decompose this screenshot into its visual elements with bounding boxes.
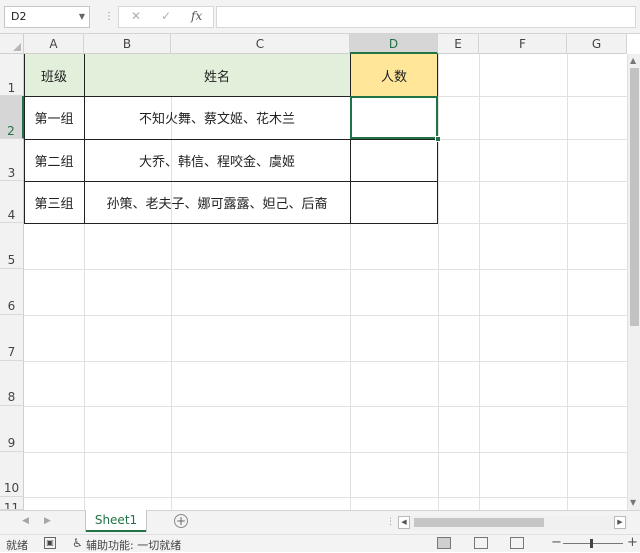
gridline: [438, 54, 439, 510]
horizontal-scrollbar[interactable]: ◀ ▶: [398, 516, 628, 530]
table-cell-class[interactable]: 第一组: [24, 96, 84, 139]
vertical-scroll-thumb[interactable]: [630, 68, 639, 326]
row-header-9[interactable]: 9: [0, 406, 24, 452]
gridline: [479, 54, 480, 510]
gridline: [438, 223, 627, 224]
column-header-a[interactable]: A: [24, 34, 84, 54]
table-header-class[interactable]: 班级: [24, 54, 84, 96]
zoom-in-icon[interactable]: +: [627, 535, 638, 550]
table-border: [24, 181, 438, 182]
formula-input[interactable]: [216, 6, 636, 28]
scroll-down-icon[interactable]: ▼: [630, 498, 636, 507]
table-cell-class[interactable]: 第三组: [24, 181, 84, 223]
scroll-up-icon[interactable]: ▲: [630, 56, 636, 65]
enter-icon[interactable]: ✓: [161, 9, 171, 23]
name-box-value: D2: [11, 10, 27, 23]
row-header-6[interactable]: 6: [0, 269, 24, 315]
accessibility-status[interactable]: 辅助功能: 一切就绪: [86, 537, 181, 553]
row-header-8[interactable]: 8: [0, 361, 24, 406]
row-header-11[interactable]: 11: [0, 497, 24, 510]
status-ready: 就绪: [6, 539, 28, 552]
table-border: [24, 223, 438, 224]
gridline: [438, 96, 627, 97]
macro-record-icon[interactable]: ▣: [44, 537, 56, 549]
column-header-c[interactable]: C: [171, 34, 350, 54]
scroll-right-icon[interactable]: ▶: [614, 516, 626, 529]
row-header-1[interactable]: 1: [0, 54, 24, 96]
fill-handle[interactable]: [435, 136, 441, 142]
formula-buttons: ✕ ✓ fx: [118, 6, 214, 28]
cancel-icon[interactable]: ✕: [131, 9, 141, 23]
horizontal-scroll-thumb[interactable]: [414, 518, 544, 527]
tab-next-icon[interactable]: ▶: [44, 516, 51, 526]
column-header-f[interactable]: F: [479, 34, 567, 54]
tab-split-grip-icon[interactable]: ⋮: [386, 517, 395, 527]
table-border: [24, 139, 438, 140]
tab-prev-icon[interactable]: ◀: [22, 516, 29, 526]
row-header-10[interactable]: 10: [0, 452, 24, 497]
select-all-corner[interactable]: [0, 34, 24, 54]
row-header-4[interactable]: 4: [0, 181, 24, 223]
gridline: [24, 497, 627, 498]
row-header-7[interactable]: 7: [0, 315, 24, 361]
accessibility-icon[interactable]: ♿: [72, 536, 83, 550]
row-header-5[interactable]: 5: [0, 223, 24, 269]
zoom-slider-thumb[interactable]: [590, 539, 593, 548]
scroll-left-icon[interactable]: ◀: [398, 516, 410, 529]
column-header-b[interactable]: B: [84, 34, 171, 54]
table-cell-count[interactable]: [350, 181, 438, 223]
name-box[interactable]: D2 ▼: [4, 6, 90, 28]
add-sheet-icon[interactable]: +: [174, 514, 188, 528]
table-cell-names[interactable]: 大乔、韩信、程咬金、虞姬: [84, 139, 350, 181]
column-header-d[interactable]: D: [350, 34, 438, 54]
normal-view-icon[interactable]: [437, 537, 451, 549]
gridline: [24, 269, 627, 270]
tab-sheet1[interactable]: Sheet1: [86, 510, 146, 532]
table-cell-names[interactable]: 不知火舞、蔡文姬、花木兰: [84, 96, 350, 139]
chevron-down-icon[interactable]: ▼: [79, 7, 85, 27]
page-break-view-icon[interactable]: [510, 537, 524, 549]
row-header-3[interactable]: 3: [0, 139, 24, 181]
vertical-scrollbar[interactable]: ▲ ▼: [627, 54, 640, 510]
table-header-names[interactable]: 姓名: [84, 54, 350, 96]
table-cell-class[interactable]: 第二组: [24, 139, 84, 181]
formula-bar-grip-icon: ⋮: [104, 11, 114, 22]
table-cell-count[interactable]: [350, 139, 438, 181]
column-header-g[interactable]: G: [567, 34, 627, 54]
zoom-slider[interactable]: [563, 543, 623, 544]
gridline: [438, 181, 627, 182]
sheet-tab-bar: ◀ ▶ Sheet1 + ⋮ ◀ ▶: [0, 510, 640, 534]
formula-bar: D2 ▼ ⋮ ✕ ✓ fx: [0, 0, 640, 34]
status-bar: 就绪 ▣ ♿ 辅助功能: 一切就绪 − +: [0, 534, 640, 552]
column-header-e[interactable]: E: [438, 34, 479, 54]
gridline: [24, 452, 627, 453]
gridline: [24, 315, 627, 316]
insert-function-icon[interactable]: fx: [191, 9, 202, 23]
gridline: [438, 139, 627, 140]
select-all-icon: [13, 43, 21, 51]
row-header-2[interactable]: 2: [0, 96, 24, 139]
page-layout-view-icon[interactable]: [474, 537, 488, 549]
table-cell-names[interactable]: 孙策、老夫子、娜可露露、妲己、后裔: [84, 181, 350, 223]
gridline: [567, 54, 568, 510]
active-cell-selection[interactable]: [350, 96, 438, 139]
gridline: [24, 406, 627, 407]
zoom-out-icon[interactable]: −: [551, 535, 562, 550]
table-header-count[interactable]: 人数: [350, 54, 438, 96]
gridline: [24, 361, 627, 362]
